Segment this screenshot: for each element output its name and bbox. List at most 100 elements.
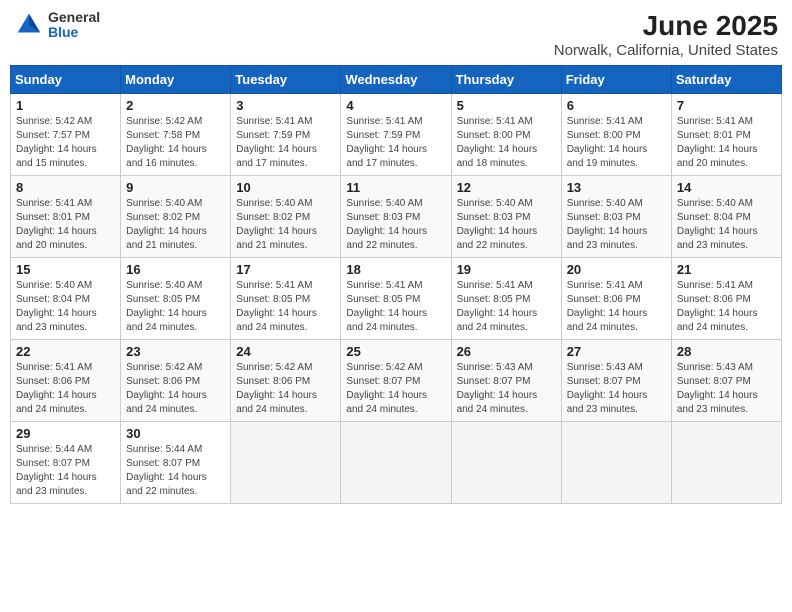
day-detail: Sunrise: 5:40 AM Sunset: 8:03 PM Dayligh…: [346, 197, 445, 253]
weekday-header-wednesday: Wednesday: [341, 66, 451, 94]
day-detail: Sunrise: 5:41 AM Sunset: 8:00 PM Dayligh…: [457, 115, 556, 171]
calendar-cell: 8 Sunrise: 5:41 AM Sunset: 8:01 PM Dayli…: [11, 176, 121, 258]
day-number: 30: [126, 426, 225, 441]
calendar-cell: 16 Sunrise: 5:40 AM Sunset: 8:05 PM Dayl…: [121, 258, 231, 340]
calendar-cell: 10 Sunrise: 5:40 AM Sunset: 8:02 PM Dayl…: [231, 176, 341, 258]
day-number: 14: [677, 180, 776, 195]
calendar-cell: 26 Sunrise: 5:43 AM Sunset: 8:07 PM Dayl…: [451, 340, 561, 422]
calendar-subtitle: Norwalk, California, United States: [554, 42, 778, 59]
day-detail: Sunrise: 5:41 AM Sunset: 8:00 PM Dayligh…: [567, 115, 666, 171]
day-detail: Sunrise: 5:41 AM Sunset: 8:01 PM Dayligh…: [677, 115, 776, 171]
day-detail: Sunrise: 5:42 AM Sunset: 8:07 PM Dayligh…: [346, 361, 445, 417]
title-block: June 2025 Norwalk, California, United St…: [554, 10, 778, 59]
calendar-cell: 3 Sunrise: 5:41 AM Sunset: 7:59 PM Dayli…: [231, 94, 341, 176]
day-number: 25: [346, 344, 445, 359]
day-detail: Sunrise: 5:41 AM Sunset: 8:05 PM Dayligh…: [457, 279, 556, 335]
day-number: 20: [567, 262, 666, 277]
day-number: 11: [346, 180, 445, 195]
day-detail: Sunrise: 5:42 AM Sunset: 8:06 PM Dayligh…: [236, 361, 335, 417]
day-number: 22: [16, 344, 115, 359]
calendar-cell: 19 Sunrise: 5:41 AM Sunset: 8:05 PM Dayl…: [451, 258, 561, 340]
day-detail: Sunrise: 5:40 AM Sunset: 8:02 PM Dayligh…: [236, 197, 335, 253]
day-detail: Sunrise: 5:44 AM Sunset: 8:07 PM Dayligh…: [16, 443, 115, 499]
day-number: 15: [16, 262, 115, 277]
logo-general: General: [48, 10, 100, 25]
day-number: 21: [677, 262, 776, 277]
day-detail: Sunrise: 5:40 AM Sunset: 8:04 PM Dayligh…: [16, 279, 115, 335]
day-detail: Sunrise: 5:42 AM Sunset: 7:57 PM Dayligh…: [16, 115, 115, 171]
day-detail: Sunrise: 5:44 AM Sunset: 8:07 PM Dayligh…: [126, 443, 225, 499]
day-number: 2: [126, 98, 225, 113]
day-number: 29: [16, 426, 115, 441]
day-detail: Sunrise: 5:40 AM Sunset: 8:04 PM Dayligh…: [677, 197, 776, 253]
calendar-cell: 13 Sunrise: 5:40 AM Sunset: 8:03 PM Dayl…: [561, 176, 671, 258]
calendar-cell: 14 Sunrise: 5:40 AM Sunset: 8:04 PM Dayl…: [671, 176, 781, 258]
calendar-cell: [561, 422, 671, 504]
day-number: 28: [677, 344, 776, 359]
calendar-cell: 18 Sunrise: 5:41 AM Sunset: 8:05 PM Dayl…: [341, 258, 451, 340]
day-detail: Sunrise: 5:41 AM Sunset: 8:01 PM Dayligh…: [16, 197, 115, 253]
day-number: 19: [457, 262, 556, 277]
logo: General Blue: [14, 10, 100, 41]
day-number: 5: [457, 98, 556, 113]
weekday-header-saturday: Saturday: [671, 66, 781, 94]
day-number: 27: [567, 344, 666, 359]
calendar-cell: 7 Sunrise: 5:41 AM Sunset: 8:01 PM Dayli…: [671, 94, 781, 176]
calendar-week-4: 22 Sunrise: 5:41 AM Sunset: 8:06 PM Dayl…: [11, 340, 782, 422]
calendar-cell: 21 Sunrise: 5:41 AM Sunset: 8:06 PM Dayl…: [671, 258, 781, 340]
calendar-cell: [231, 422, 341, 504]
weekday-header-tuesday: Tuesday: [231, 66, 341, 94]
calendar-cell: 17 Sunrise: 5:41 AM Sunset: 8:05 PM Dayl…: [231, 258, 341, 340]
calendar-title: June 2025: [554, 10, 778, 42]
calendar-cell: 20 Sunrise: 5:41 AM Sunset: 8:06 PM Dayl…: [561, 258, 671, 340]
day-number: 9: [126, 180, 225, 195]
calendar-cell: [451, 422, 561, 504]
calendar-cell: 15 Sunrise: 5:40 AM Sunset: 8:04 PM Dayl…: [11, 258, 121, 340]
calendar-week-3: 15 Sunrise: 5:40 AM Sunset: 8:04 PM Dayl…: [11, 258, 782, 340]
weekday-header-row: SundayMondayTuesdayWednesdayThursdayFrid…: [11, 66, 782, 94]
day-number: 23: [126, 344, 225, 359]
calendar-body: 1 Sunrise: 5:42 AM Sunset: 7:57 PM Dayli…: [11, 94, 782, 504]
day-number: 6: [567, 98, 666, 113]
calendar-cell: 6 Sunrise: 5:41 AM Sunset: 8:00 PM Dayli…: [561, 94, 671, 176]
day-number: 17: [236, 262, 335, 277]
day-detail: Sunrise: 5:41 AM Sunset: 8:05 PM Dayligh…: [236, 279, 335, 335]
day-number: 8: [16, 180, 115, 195]
day-detail: Sunrise: 5:43 AM Sunset: 8:07 PM Dayligh…: [457, 361, 556, 417]
calendar-cell: 1 Sunrise: 5:42 AM Sunset: 7:57 PM Dayli…: [11, 94, 121, 176]
calendar-week-2: 8 Sunrise: 5:41 AM Sunset: 8:01 PM Dayli…: [11, 176, 782, 258]
calendar-cell: 4 Sunrise: 5:41 AM Sunset: 7:59 PM Dayli…: [341, 94, 451, 176]
calendar-week-1: 1 Sunrise: 5:42 AM Sunset: 7:57 PM Dayli…: [11, 94, 782, 176]
day-number: 3: [236, 98, 335, 113]
day-number: 13: [567, 180, 666, 195]
calendar-cell: 29 Sunrise: 5:44 AM Sunset: 8:07 PM Dayl…: [11, 422, 121, 504]
calendar-cell: 30 Sunrise: 5:44 AM Sunset: 8:07 PM Dayl…: [121, 422, 231, 504]
calendar-cell: 9 Sunrise: 5:40 AM Sunset: 8:02 PM Dayli…: [121, 176, 231, 258]
calendar-week-5: 29 Sunrise: 5:44 AM Sunset: 8:07 PM Dayl…: [11, 422, 782, 504]
weekday-header-friday: Friday: [561, 66, 671, 94]
day-detail: Sunrise: 5:40 AM Sunset: 8:02 PM Dayligh…: [126, 197, 225, 253]
day-detail: Sunrise: 5:43 AM Sunset: 8:07 PM Dayligh…: [677, 361, 776, 417]
weekday-header-monday: Monday: [121, 66, 231, 94]
day-detail: Sunrise: 5:41 AM Sunset: 8:06 PM Dayligh…: [567, 279, 666, 335]
calendar-cell: 23 Sunrise: 5:42 AM Sunset: 8:06 PM Dayl…: [121, 340, 231, 422]
calendar-cell: 28 Sunrise: 5:43 AM Sunset: 8:07 PM Dayl…: [671, 340, 781, 422]
calendar-cell: 24 Sunrise: 5:42 AM Sunset: 8:06 PM Dayl…: [231, 340, 341, 422]
calendar-cell: [341, 422, 451, 504]
calendar-cell: 2 Sunrise: 5:42 AM Sunset: 7:58 PM Dayli…: [121, 94, 231, 176]
calendar-table: SundayMondayTuesdayWednesdayThursdayFrid…: [10, 65, 782, 504]
calendar-cell: 12 Sunrise: 5:40 AM Sunset: 8:03 PM Dayl…: [451, 176, 561, 258]
calendar-cell: 27 Sunrise: 5:43 AM Sunset: 8:07 PM Dayl…: [561, 340, 671, 422]
logo-icon: [14, 10, 44, 40]
day-number: 12: [457, 180, 556, 195]
day-detail: Sunrise: 5:40 AM Sunset: 8:05 PM Dayligh…: [126, 279, 225, 335]
calendar-cell: [671, 422, 781, 504]
day-number: 10: [236, 180, 335, 195]
weekday-header-thursday: Thursday: [451, 66, 561, 94]
calendar-cell: 11 Sunrise: 5:40 AM Sunset: 8:03 PM Dayl…: [341, 176, 451, 258]
day-number: 16: [126, 262, 225, 277]
weekday-header-sunday: Sunday: [11, 66, 121, 94]
day-detail: Sunrise: 5:40 AM Sunset: 8:03 PM Dayligh…: [457, 197, 556, 253]
day-detail: Sunrise: 5:41 AM Sunset: 8:05 PM Dayligh…: [346, 279, 445, 335]
day-number: 18: [346, 262, 445, 277]
